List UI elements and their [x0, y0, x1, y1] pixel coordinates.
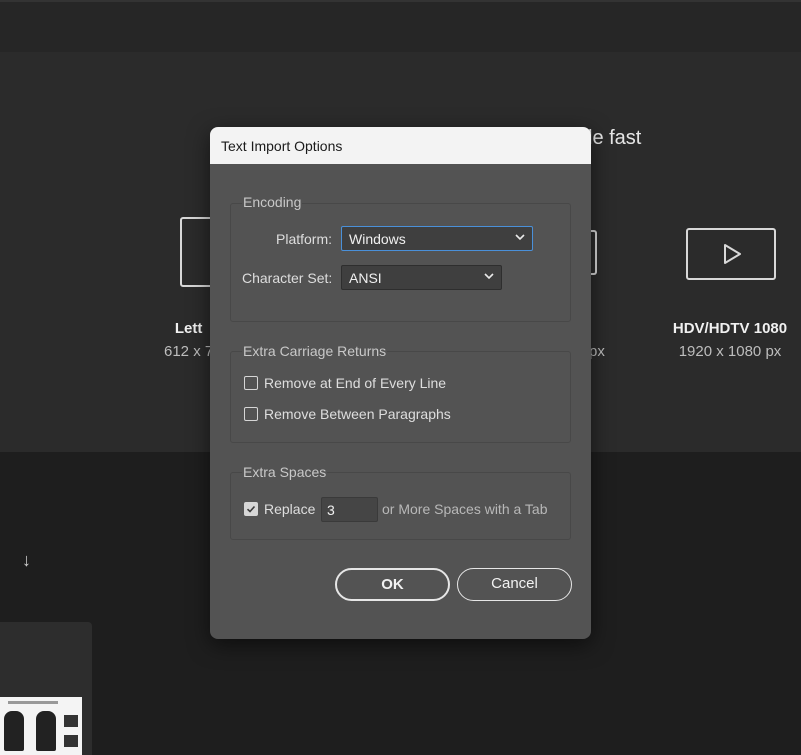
hero-title: le fast	[588, 127, 642, 149]
charset-value: ANSI	[349, 270, 382, 286]
platform-value: Windows	[349, 231, 406, 247]
dialog-title: Text Import Options	[221, 138, 343, 154]
charset-label: Character Set:	[242, 270, 333, 286]
chevron-down-icon	[515, 234, 525, 241]
extra-spaces-legend: Extra Spaces	[242, 464, 328, 480]
preset-hdv-icon[interactable]	[686, 228, 776, 280]
preset-hdv-name: HDV/HDTV 1080	[672, 320, 788, 337]
remove-end-line-label[interactable]: Remove at End of Every Line	[264, 375, 446, 391]
sort-arrow-icon[interactable]: ↓	[22, 550, 31, 571]
checkmark-icon	[246, 505, 256, 513]
platform-label: Platform:	[276, 231, 333, 247]
encoding-group	[230, 203, 571, 322]
preset-letter-size: 612 x 7	[164, 343, 214, 360]
replace-count-input[interactable]: 3	[321, 497, 378, 522]
preset-letter-name: Lett	[174, 320, 203, 337]
preset-hdv[interactable]: HDV/HDTV 1080 1920 x 1080 px	[668, 320, 792, 360]
encoding-legend: Encoding	[242, 194, 303, 210]
preset-letter[interactable]: Lett 612 x 7	[164, 320, 213, 360]
preset-middle[interactable]: px	[589, 343, 605, 360]
preset-middle-size: px	[589, 343, 605, 360]
carriage-returns-group	[230, 351, 571, 443]
dialog-titlebar[interactable]: Text Import Options	[210, 127, 591, 164]
preset-hdv-size: 1920 x 1080 px	[678, 343, 782, 360]
remove-between-label[interactable]: Remove Between Paragraphs	[264, 406, 451, 422]
cancel-button[interactable]: Cancel	[457, 568, 572, 601]
replace-checkbox[interactable]	[244, 502, 258, 516]
platform-select[interactable]: Windows	[341, 226, 533, 251]
charset-select[interactable]: ANSI	[341, 265, 502, 290]
play-icon	[724, 244, 741, 264]
ok-button[interactable]: OK	[335, 568, 450, 601]
replace-count-value: 3	[327, 502, 335, 518]
remove-between-checkbox[interactable]	[244, 407, 258, 421]
replace-suffix-label: or More Spaces with a Tab	[382, 501, 548, 517]
top-bar	[0, 0, 801, 52]
carriage-returns-legend: Extra Carriage Returns	[242, 343, 388, 359]
text-import-options-dialog: Text Import Options Encoding Platform: W…	[210, 127, 591, 639]
recent-file-thumbnail[interactable]	[0, 697, 82, 755]
remove-end-line-checkbox[interactable]	[244, 376, 258, 390]
replace-label[interactable]: Replace	[264, 501, 315, 517]
chevron-down-icon	[484, 273, 494, 280]
